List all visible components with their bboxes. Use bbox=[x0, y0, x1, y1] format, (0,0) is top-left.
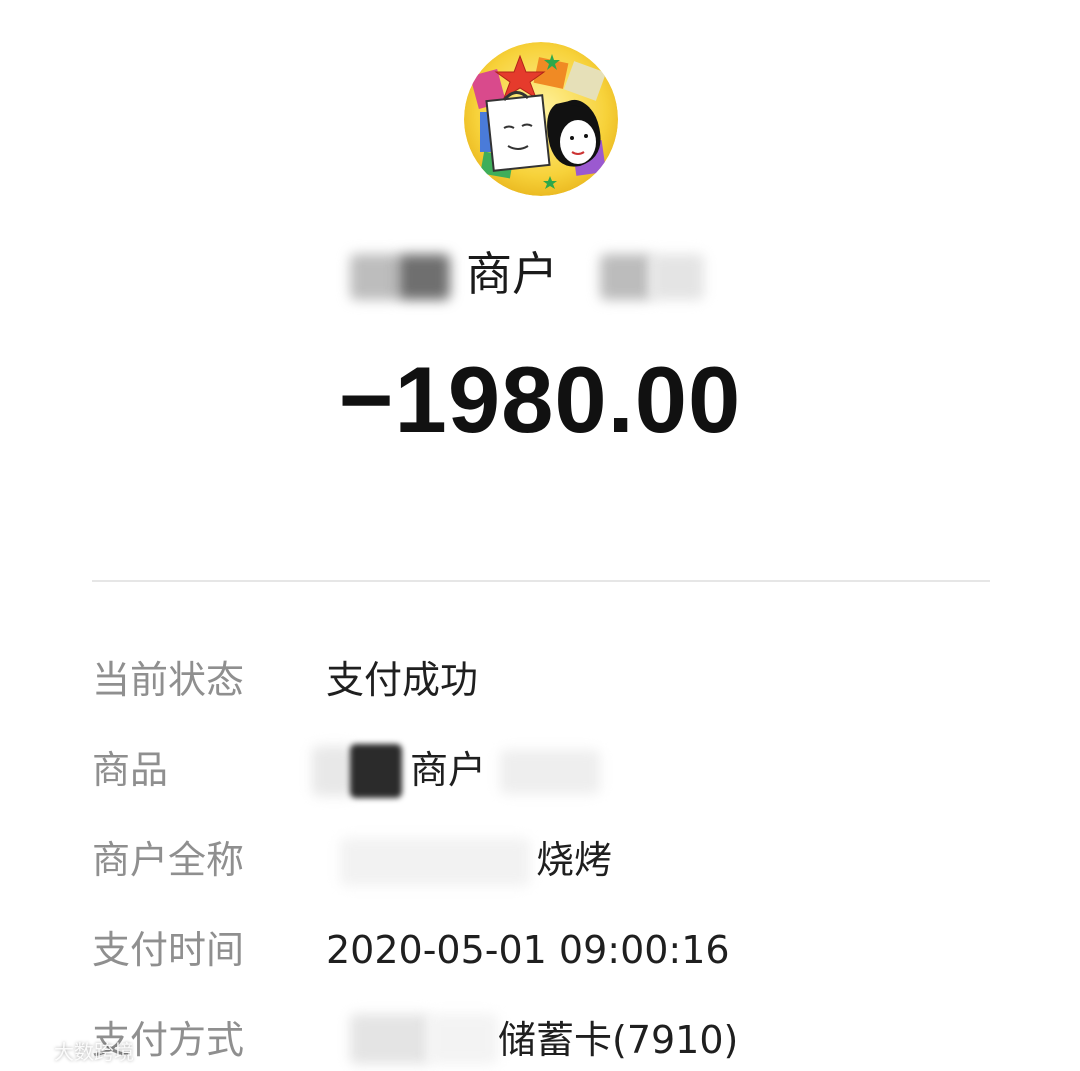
brand-logo-icon bbox=[10, 1039, 48, 1058]
detail-label: 当前状态 bbox=[92, 658, 245, 702]
detail-label: 商品 bbox=[92, 748, 169, 792]
merchant-name: 商户 bbox=[466, 247, 558, 301]
detail-row-status: 当前状态 支付成功 bbox=[0, 650, 1080, 710]
detail-row-pay-method: 支付方式 储蓄卡(7910) bbox=[0, 1010, 1080, 1070]
redacted-block bbox=[650, 254, 704, 300]
watermark-text: 大数跨境 bbox=[54, 1039, 134, 1064]
detail-label: 支付时间 bbox=[92, 928, 245, 972]
redacted-block bbox=[340, 838, 530, 886]
redacted-block bbox=[600, 254, 652, 300]
detail-row-pay-time: 支付时间 2020-05-01 09:00:16 bbox=[0, 920, 1080, 980]
detail-value: 商户 bbox=[410, 748, 487, 792]
redacted-block bbox=[350, 744, 402, 798]
merchant-avatar bbox=[464, 42, 618, 196]
detail-value: 支付成功 bbox=[326, 658, 479, 702]
redacted-block bbox=[428, 1014, 498, 1064]
redacted-block bbox=[398, 254, 450, 300]
detail-value: 2020-05-01 09:00:16 bbox=[326, 928, 730, 972]
payment-amount: −1980.00 bbox=[338, 347, 742, 452]
merchant-header: 商户 bbox=[0, 246, 1080, 306]
detail-value: 储蓄卡(7910) bbox=[498, 1018, 739, 1062]
watermark: 大数跨境 bbox=[8, 1034, 134, 1066]
detail-row-merchant-full-name: 商户全称 烧烤 bbox=[0, 830, 1080, 890]
redacted-block bbox=[350, 1014, 430, 1064]
detail-label: 商户全称 bbox=[92, 838, 245, 882]
divider bbox=[92, 580, 990, 582]
detail-row-product: 商品 商户 bbox=[0, 740, 1080, 800]
merchant-avatar-image bbox=[464, 42, 618, 196]
redacted-block bbox=[350, 254, 400, 300]
detail-value: 烧烤 bbox=[536, 838, 613, 882]
redacted-block bbox=[500, 750, 600, 794]
